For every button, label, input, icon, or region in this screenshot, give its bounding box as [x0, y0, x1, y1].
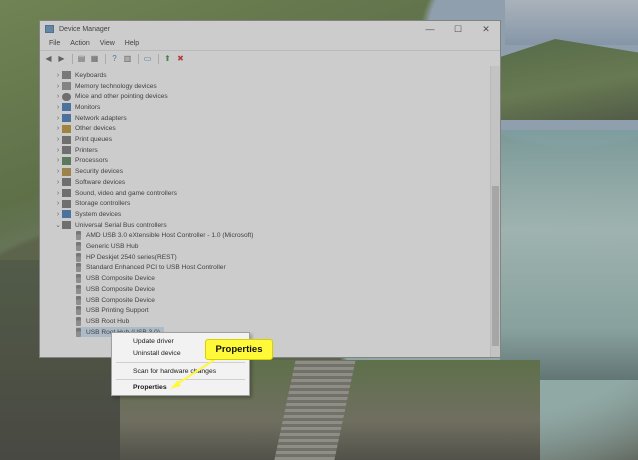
menu-separator — [116, 362, 245, 363]
menu-item-uninstall-device[interactable]: Uninstall device — [133, 350, 181, 357]
properties-callout: Properties — [205, 339, 273, 360]
menu-separator — [116, 379, 245, 380]
menu-item-scan-hardware[interactable]: Scan for hardware changes — [133, 368, 216, 375]
dim-overlay — [0, 0, 638, 460]
menu-item-update-driver[interactable]: Update driver — [133, 338, 174, 345]
menu-item-properties[interactable]: Properties — [133, 384, 167, 391]
